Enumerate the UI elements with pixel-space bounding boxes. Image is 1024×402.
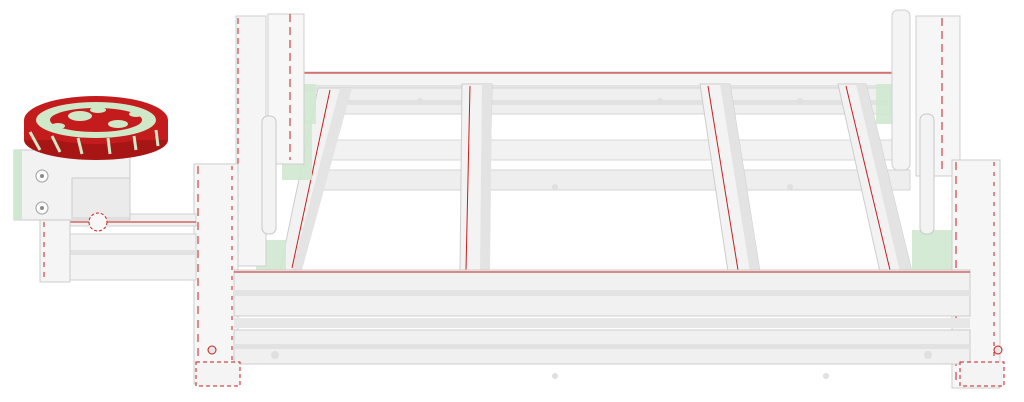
motor-mount (13, 149, 131, 232)
front-beam (233, 269, 971, 379)
cad-assembly-view (13, 9, 1005, 389)
rear-cross-rail (344, 87, 891, 115)
left-extension-arm (39, 213, 197, 283)
rotary-knob (24, 96, 168, 160)
middle-cross-rails (319, 139, 911, 191)
